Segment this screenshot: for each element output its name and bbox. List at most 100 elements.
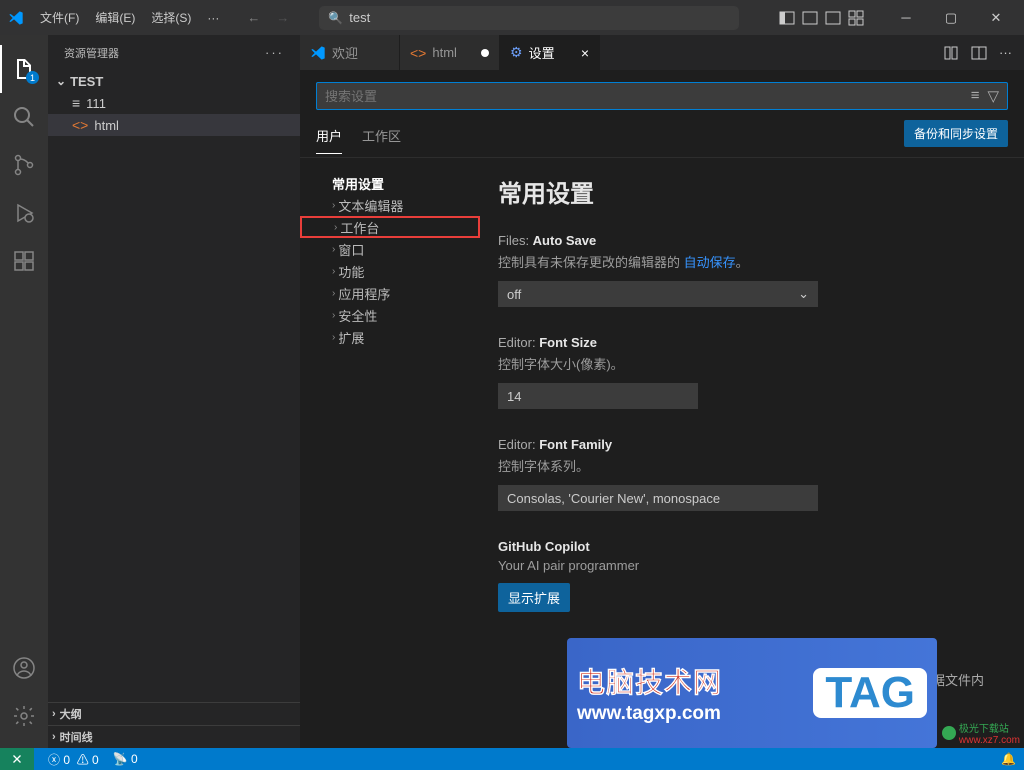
sync-settings-button[interactable]: 备份和同步设置 [904,120,1008,147]
html-file-icon: <> [72,117,88,133]
status-problems[interactable]: ⓧ 0 ⚠ 0 [48,751,99,768]
autosave-select[interactable]: off⌄ [498,281,818,307]
sidebar: 资源管理器 ··· ⌄ TEST ≡ 111 <> html › 大纲 [48,35,300,748]
toc-label: 扩展 [338,328,364,347]
sidebar-title: 资源管理器 [64,45,119,61]
window-maximize[interactable]: ▢ [931,3,971,33]
nav-forward-icon[interactable]: → [276,10,289,25]
clear-search-icon[interactable]: ≡ [971,87,980,105]
tab-label: 设置 [529,43,555,62]
toc-label: 工作台 [340,218,379,237]
activity-search[interactable] [0,93,48,141]
setting-fontfamily: Editor: Font Family 控制字体系列。 [498,437,1006,511]
menu-select[interactable]: 选择(S) [143,0,199,35]
text-file-icon: ≡ [72,95,80,111]
layout-customize-icon[interactable] [846,10,866,26]
activity-debug[interactable] [0,189,48,237]
tab-html[interactable]: <> html [400,35,500,70]
file-item-html[interactable]: <> html [48,114,300,136]
toc-security[interactable]: ›安全性 [300,304,480,326]
tab-settings[interactable]: ⚙ 设置 × [500,35,600,70]
remote-indicator[interactable] [0,748,34,770]
settings-scope-workspace[interactable]: 工作区 [362,120,401,153]
menu-more[interactable]: ··· [199,0,227,35]
window-close[interactable]: ✕ [976,3,1016,33]
settings-search-input[interactable] [325,89,971,104]
search-icon [12,105,36,129]
settings-scope-user[interactable]: 用户 [316,120,342,154]
fontsize-input[interactable] [498,383,698,409]
toc-window[interactable]: ›窗口 [300,238,480,260]
activity-explorer[interactable]: 1 [0,45,48,93]
activity-settings[interactable] [0,692,48,740]
explorer-folder-root[interactable]: ⌄ TEST [48,70,300,92]
file-label: html [94,118,119,133]
autosave-link[interactable]: 自动保存 [684,255,736,270]
activity-extensions[interactable] [0,237,48,285]
open-changes-icon[interactable] [943,45,959,61]
setting-desc: 控制字体系列。 [498,456,1006,475]
more-actions-icon[interactable]: ··· [999,45,1012,60]
status-ports[interactable]: 📡 0 [113,752,138,766]
source-control-icon [12,153,36,177]
panel-title: 常用设置 [498,174,1006,209]
settings-panel[interactable]: 常用设置 Files: Auto Save 控制具有未保存更改的编辑器的 自动保… [480,158,1024,748]
html-file-icon: <> [410,45,426,61]
toc-extensions[interactable]: ›扩展 [300,326,480,348]
toc-label: 功能 [338,262,364,281]
nav-back-icon[interactable]: ← [247,10,260,25]
toc-features[interactable]: ›功能 [300,260,480,282]
file-item-111[interactable]: ≡ 111 [48,92,300,114]
filter-icon[interactable]: ▽ [987,87,999,105]
command-center[interactable]: 🔍 [319,6,739,30]
settings-icon: ⚙ [510,44,523,61]
settings-search[interactable]: ≡ ▽ [316,82,1008,110]
timeline-section[interactable]: › 时间线 [48,726,300,748]
toc-common[interactable]: 常用设置 [300,172,480,194]
setting-prefix: Files: [498,233,533,248]
activity-scm[interactable] [0,141,48,189]
outline-section[interactable]: › 大纲 [48,703,300,725]
setting-name: Font Family [539,437,612,452]
menu-edit[interactable]: 编辑(E) [87,0,143,35]
tab-welcome[interactable]: 欢迎 [300,35,400,70]
account-icon [12,656,36,680]
activity-accounts[interactable] [0,644,48,692]
statusbar: ⓧ 0 ⚠ 0 📡 0 🔔 [0,748,1024,770]
setting-name: Auto Save [533,233,597,248]
setting-name: GitHub Copilot [498,539,590,554]
chevron-down-icon: ⌄ [56,74,66,88]
status-notifications-icon[interactable]: 🔔 [1001,752,1016,766]
show-extension-button[interactable]: 显示扩展 [498,583,570,612]
folder-label: TEST [70,74,103,89]
toc-text-editor[interactable]: ›文本编辑器 [300,194,480,216]
search-icon: 🔍 [328,11,343,25]
command-center-input[interactable] [349,10,730,25]
extensions-icon [12,249,36,273]
layout-bottom-icon[interactable] [800,10,820,26]
layout-right-icon[interactable] [823,10,843,26]
chevron-right-icon: › [334,222,337,233]
toc-application[interactable]: ›应用程序 [300,282,480,304]
window-minimize[interactable]: ─ [886,3,926,33]
menu-file[interactable]: 文件(F) [32,0,87,35]
split-editor-icon[interactable] [971,45,987,61]
chevron-right-icon: › [52,731,56,743]
layout-left-icon[interactable] [777,10,797,26]
toc-workbench[interactable]: ›工作台 [300,216,480,238]
vscode-icon [310,45,326,61]
activity-bar: 1 [0,35,48,748]
setting-desc: 控制字体大小(像素)。 [498,354,1006,373]
banner-tag: TAG [813,668,927,718]
toc-label: 文本编辑器 [338,196,403,215]
setting-desc: Your AI pair programmer [498,558,1006,573]
chevron-right-icon: › [332,310,335,321]
chevron-right-icon: › [332,332,335,343]
gear-icon [12,704,36,728]
sidebar-more-icon[interactable]: ··· [265,45,284,60]
explorer-badge: 1 [26,71,39,84]
sub-watermark: 极光下载站www.xz7.com [942,720,1020,746]
close-icon[interactable]: × [581,45,589,61]
fontfamily-input[interactable] [498,485,818,511]
toc-label: 安全性 [338,306,377,325]
